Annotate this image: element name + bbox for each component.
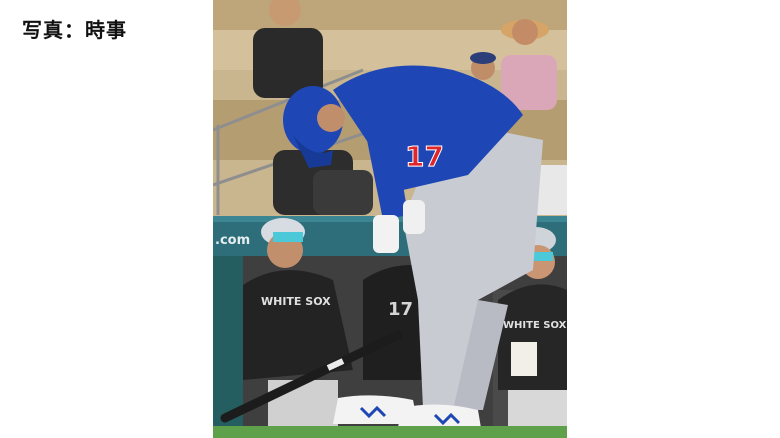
field-grass — [213, 426, 567, 438]
svg-text:17: 17 — [388, 299, 413, 320]
svg-text:WHITE SOX: WHITE SOX — [503, 320, 567, 331]
batting-glove — [373, 215, 399, 253]
wall-text: .com — [215, 233, 250, 248]
spectator — [470, 52, 496, 80]
jersey-number: 17 — [405, 140, 444, 173]
news-photo: .com WHITE SOX 17 WHITE SOX 17 — [213, 0, 567, 438]
photo-credit: 写真：時事 — [22, 18, 127, 42]
right-shoe — [398, 404, 481, 428]
svg-text:WHITE SOX: WHITE SOX — [261, 295, 331, 308]
